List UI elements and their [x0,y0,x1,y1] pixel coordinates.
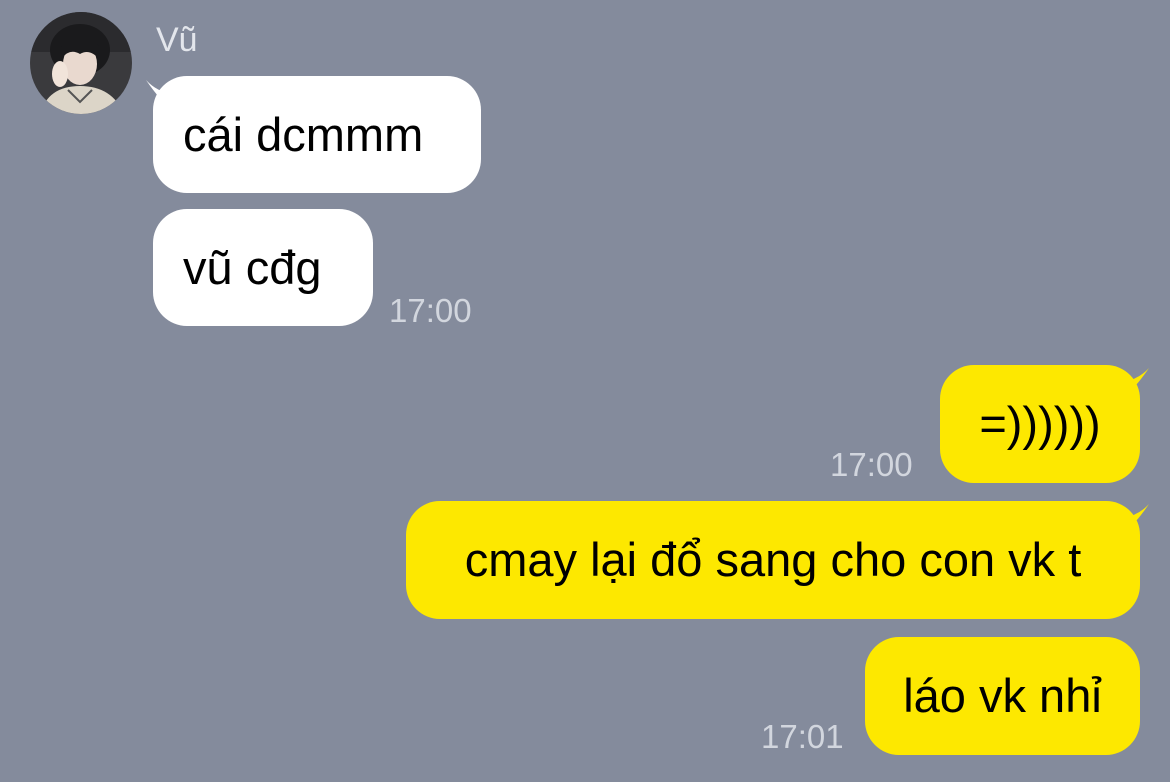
sender-name: Vũ [156,21,198,59]
outgoing-message-bubble[interactable]: =)))))) [940,365,1140,483]
outgoing-bubble-tail [1122,504,1149,534]
message-text: láo vk nhỉ [903,669,1102,722]
incoming-message-bubble[interactable]: vũ cđg [153,209,373,326]
message-text: cmay lại đổ sang cho con vk t [464,533,1082,586]
message-text: vũ cđg [183,240,322,294]
sender-avatar[interactable] [30,12,132,114]
message-timestamp: 17:01 [761,718,844,755]
message-text: cái dcmmm [183,107,424,161]
avatar-photo [30,12,132,114]
message-text: =)))))) [979,397,1101,450]
outgoing-message-bubble[interactable]: láo vk nhỉ [865,637,1140,755]
outgoing-message-bubble[interactable]: cmay lại đổ sang cho con vk t [406,501,1140,619]
message-timestamp: 17:00 [830,446,913,483]
outgoing-bubble-tail [1122,368,1149,398]
incoming-message-bubble[interactable]: cái dcmmm [153,76,481,193]
message-timestamp: 17:00 [389,292,472,329]
